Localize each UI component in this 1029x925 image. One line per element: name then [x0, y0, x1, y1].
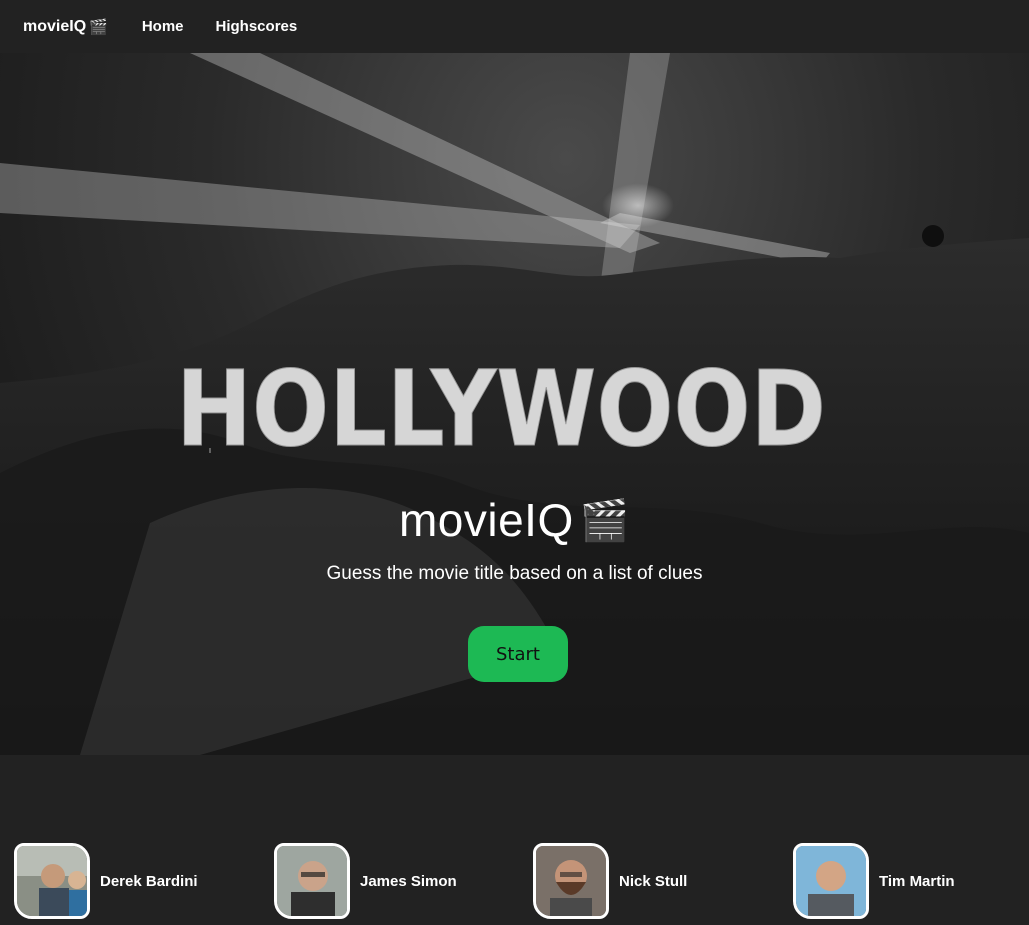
team-member: Nick Stull: [533, 843, 687, 919]
start-button[interactable]: Start: [468, 626, 568, 682]
team-member: James Simon: [274, 843, 457, 919]
hollywood-sign: HOLLYWOOD: [176, 348, 826, 470]
brand-link[interactable]: movieIQ 🎬: [23, 18, 108, 36]
member-name: Tim Martin: [879, 872, 955, 890]
navbar: movieIQ 🎬 Home Highscores: [0, 0, 1029, 53]
nav-highscores-link[interactable]: Highscores: [216, 18, 298, 35]
hero-subtitle: Guess the movie title based on a list of…: [326, 563, 703, 584]
hero-section: HOLLYWOOD movieIQ 🎬 Guess the movie title…: [0, 53, 1029, 755]
hero-title: movieIQ 🎬: [0, 493, 1029, 547]
member-name: James Simon: [360, 872, 457, 890]
nav-home-link[interactable]: Home: [142, 18, 184, 35]
hero-title-text: movieIQ: [398, 494, 574, 546]
avatar: [274, 843, 350, 919]
avatar: [793, 843, 869, 919]
member-name: Derek Bardini: [100, 872, 198, 890]
avatar-photo: [796, 846, 866, 916]
brand-label: movieIQ: [23, 17, 87, 35]
clapperboard-icon: 🎬: [89, 18, 108, 36]
member-name: Nick Stull: [619, 872, 688, 890]
avatar: [533, 843, 609, 919]
clapperboard-icon: 🎬: [579, 499, 631, 543]
avatar-photo: [277, 846, 347, 916]
avatar-photo: [536, 846, 606, 916]
team-member: Derek Bardini: [14, 843, 198, 919]
avatar-photo: [17, 846, 87, 916]
avatar: [14, 843, 90, 919]
team-member: Tim Martin: [793, 843, 955, 919]
team-section: Derek Bardini James Simon Nick Stull Tim…: [0, 755, 1029, 925]
